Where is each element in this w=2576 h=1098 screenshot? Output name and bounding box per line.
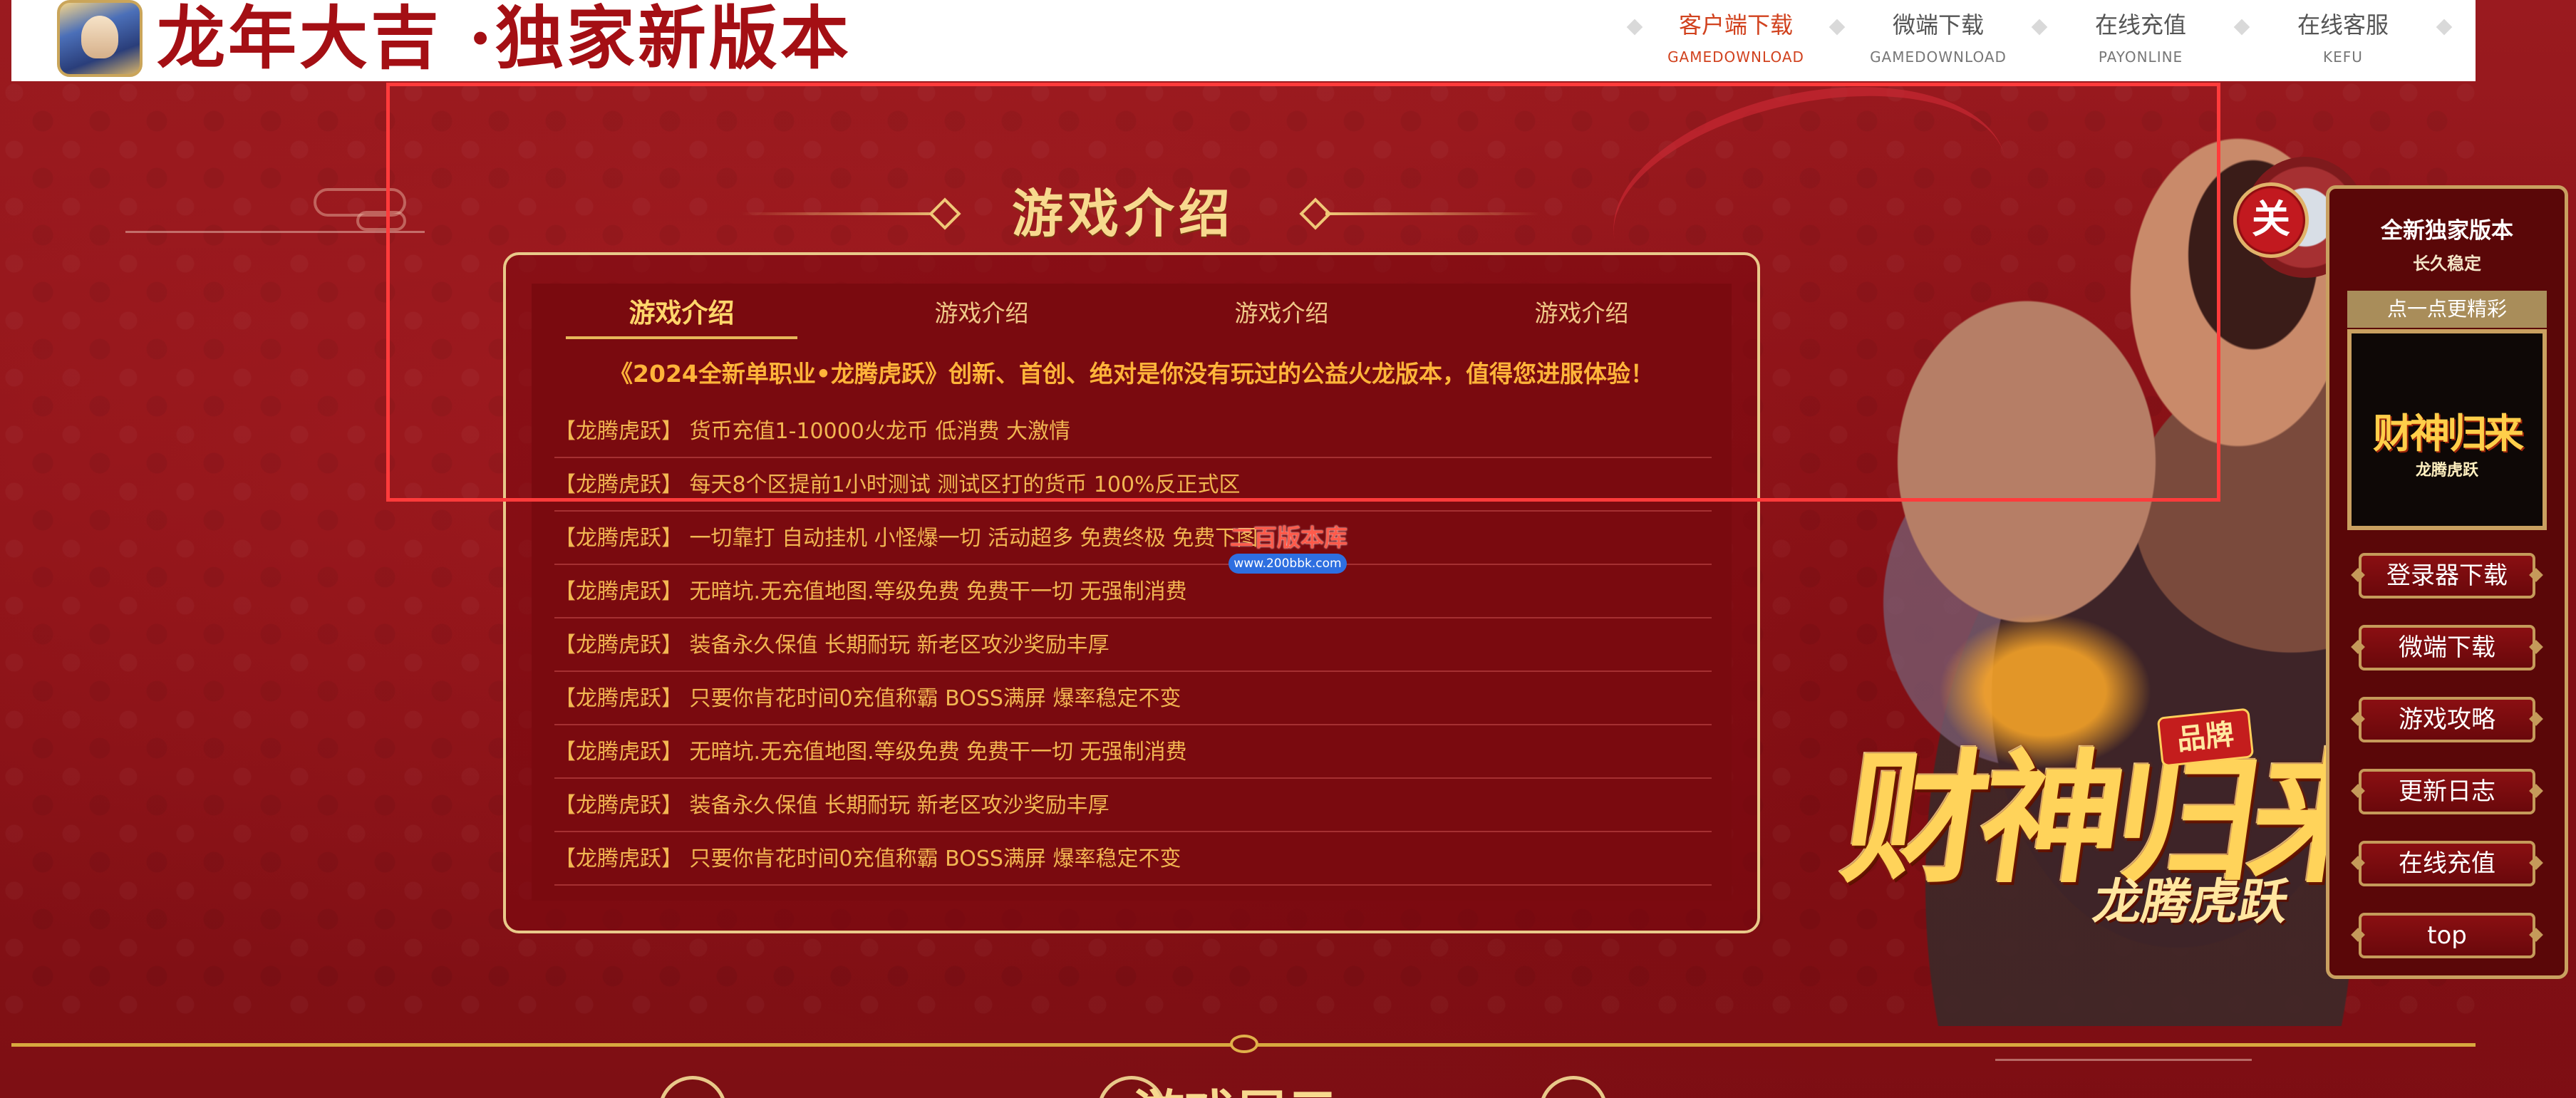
site-header: 龙年大吉 ·独家新版本 客户端下载 GAMEDOWNLOAD 微端下载 GAME… [11,0,2476,81]
nav-label: 微端下载 [1892,11,1984,38]
online-recharge-button[interactable]: 在线充值 [2359,841,2535,886]
list-item[interactable]: 【龙腾虎跃】 装备永久保值 长期耐玩 新老区攻沙奖励丰厚 [554,779,1712,832]
top-nav: 客户端下载 GAMEDOWNLOAD 微端下载 GAMEDOWNLOAD 在线充… [1605,0,2474,81]
list-item[interactable]: 【龙腾虎跃】 装备永久保值 长期耐玩 新老区攻沙奖励丰厚 [554,618,1712,672]
nav-label: 客户端下载 [1678,11,1793,38]
nav-customer-service[interactable]: 在线客服 KEFU [2272,0,2414,66]
watermark-url: www.200bbk.com [1228,554,1347,574]
thumbnail-subtitle: 龙腾虎跃 [2415,462,2478,480]
nav-separator-diamond [2436,19,2453,36]
nav-label: 在线客服 [2297,11,2389,38]
update-log-button[interactable]: 更新日志 [2359,769,2535,814]
nav-client-download[interactable]: 客户端下载 GAMEDOWNLOAD [1665,0,1807,66]
divider-gem [1230,1035,1258,1053]
highlight-box [386,83,2220,502]
watermark-text: 二百版本库 [1230,524,1348,551]
list-item[interactable]: 【龙腾虎跃】 无暗坑.无充值地图.等级免费 免费干一切 无强制消费 [554,725,1712,779]
list-item[interactable]: 【龙腾虎跃】 一切靠打 自动挂机 小怪爆一切 活动超多 免费终极 免费下图 [554,512,1712,565]
nav-sublabel: PAYONLINE [2098,48,2183,66]
page: 财神归来 品牌 龙腾虎跃 龙年大吉 ·独家新版本 客户端下载 GAMEDOWNL… [0,0,2576,1098]
nav-pay-online[interactable]: 在线充值 PAYONLINE [2069,0,2212,66]
game-guide-button[interactable]: 游戏攻略 [2359,697,2535,742]
site-title: 龙年大吉 ·独家新版本 [157,0,852,78]
nav-separator-diamond [2233,19,2250,36]
list-item[interactable]: 【龙腾虎跃】 只要你肯花时间0充值称霸 BOSS满屏 爆率稳定不变 [554,832,1712,886]
close-sidebar-button[interactable]: 关 [2233,182,2309,258]
sidebar-headline: 全新独家版本 [2381,218,2513,244]
nav-micro-download[interactable]: 微端下载 GAMEDOWNLOAD [1867,0,2009,66]
back-to-top-button[interactable]: top [2359,913,2535,958]
sidebar-game-thumbnail[interactable]: 财神归来 龙腾虎跃 [2347,329,2547,530]
nav-sublabel: GAMEDOWNLOAD [1870,48,2007,66]
sidebar-tag: 点一点更精彩 [2347,291,2547,328]
nav-separator-diamond [1626,19,1643,36]
thumbnail-title: 财神归来 [2373,410,2524,457]
cloud-line [1995,1059,2252,1061]
nav-sublabel: GAMEDOWNLOAD [1667,48,1804,66]
bottom-orb-decoration [658,1076,727,1098]
nav-separator-diamond [1828,19,1846,36]
bottom-orb-decoration [1539,1076,1608,1098]
next-section-title: 游戏展示 [1133,1072,1338,1098]
cloud-line [125,231,425,233]
game-logo-icon[interactable] [57,0,143,77]
launcher-download-button[interactable]: 登录器下载 [2359,553,2535,599]
sidebar-subheadline: 长久稳定 [2413,254,2481,274]
nav-sublabel: KEFU [2323,48,2363,66]
brand-badge: 品牌 [2156,708,2255,767]
list-item[interactable]: 【龙腾虎跃】 只要你肯花时间0充值称霸 BOSS满屏 爆率稳定不变 [554,672,1712,725]
micro-download-button[interactable]: 微端下载 [2359,625,2535,670]
nav-separator-diamond [2031,19,2048,36]
nav-label: 在线充值 [2094,11,2186,38]
brand-subtitle: 龙腾虎跃 [2089,874,2293,931]
list-item[interactable]: 【龙腾虎跃】 无暗坑.无充值地图.等级免费 免费干一切 无强制消费 [554,565,1712,618]
